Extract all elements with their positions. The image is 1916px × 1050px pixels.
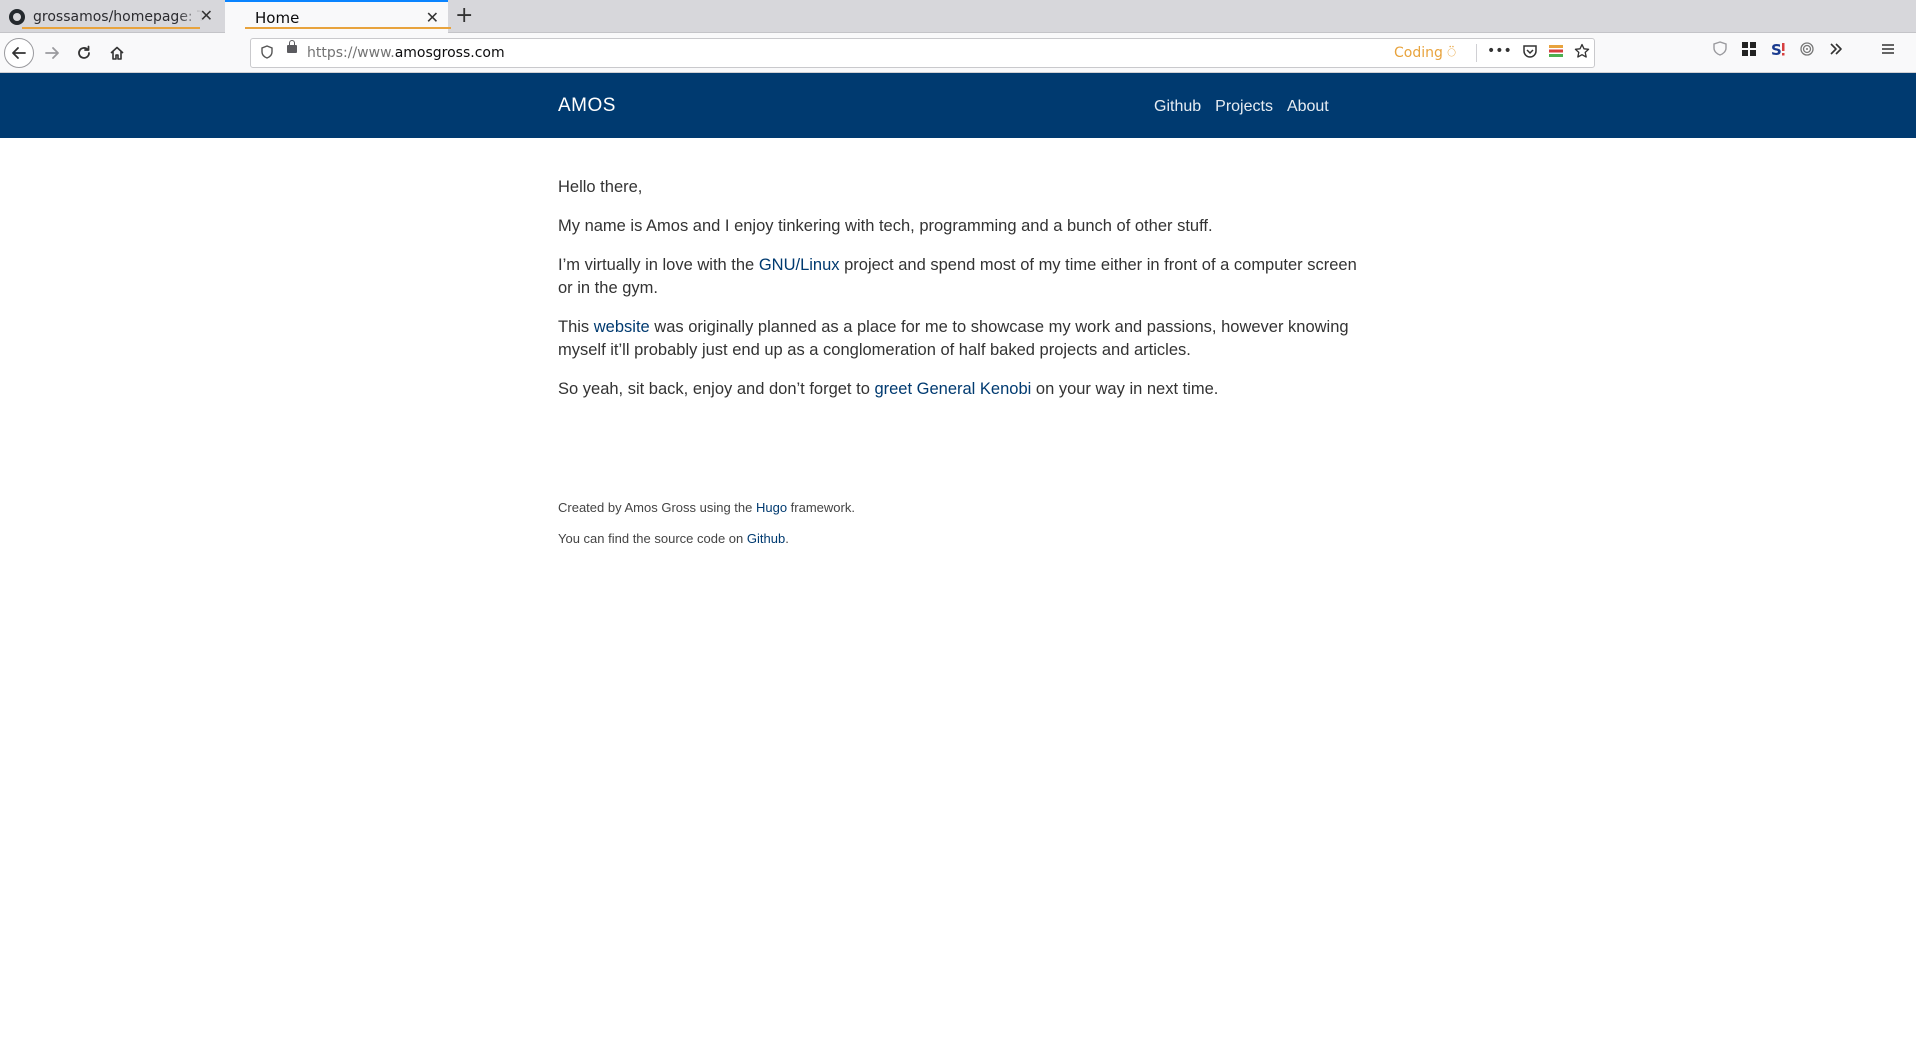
- text: So yeah, sit back, enjoy and don’t forge…: [558, 380, 875, 398]
- apps-grid-icon[interactable]: [1741, 41, 1757, 57]
- hugo-link[interactable]: Hugo: [756, 500, 787, 515]
- tab-label: Home: [255, 9, 300, 27]
- stylus-extension-icon[interactable]: S: [1770, 41, 1786, 57]
- nav-about[interactable]: About: [1287, 98, 1329, 116]
- footer-source: You can find the source code on Github.: [558, 531, 855, 547]
- github-source-link[interactable]: Github: [747, 531, 785, 546]
- text: on your way in next time.: [1031, 380, 1219, 398]
- website-link[interactable]: website: [594, 318, 650, 336]
- closing-paragraph: So yeah, sit back, enjoy and don’t forge…: [558, 378, 1368, 401]
- text: This: [558, 318, 594, 336]
- navigation-toolbar: https://www.amosgross.com Coding ⍥ ••• S: [0, 33, 1916, 73]
- text: framework.: [787, 500, 855, 515]
- pocket-icon[interactable]: [1522, 43, 1538, 59]
- url-bar[interactable]: https://www.amosgross.com Coding ⍥ •••: [250, 38, 1595, 68]
- url-domain: amosgross.com: [394, 45, 505, 61]
- tab-bar: grossamos/homepage: T ✕ Home ✕ +: [0, 0, 1916, 34]
- svg-text:S: S: [1771, 41, 1782, 57]
- tracking-shield-icon[interactable]: [261, 45, 273, 63]
- main-content: Hello there, My name is Amos and I enjoy…: [558, 176, 1368, 417]
- intro-paragraph: My name is Amos and I enjoy tinkering wi…: [558, 217, 1213, 235]
- url-text[interactable]: https://www.amosgross.com: [307, 45, 505, 61]
- greeting: Hello there,: [558, 178, 643, 196]
- site-footer: Created by Amos Gross using the Hugo fra…: [558, 500, 855, 562]
- close-tab-icon[interactable]: ✕: [426, 9, 439, 27]
- back-button[interactable]: [4, 38, 34, 68]
- forward-button[interactable]: [38, 39, 66, 67]
- fingerprint-icon: ⍥: [1447, 45, 1456, 61]
- tab-label: grossamos/homepage: T: [33, 8, 203, 25]
- text: Created by Amos Gross using the: [558, 500, 756, 515]
- reload-button[interactable]: [70, 39, 98, 67]
- website-paragraph: This website was originally planned as a…: [558, 316, 1368, 362]
- arrow-right-icon: [45, 47, 59, 59]
- fingerprint-extension-icon[interactable]: [1799, 41, 1815, 57]
- home-icon: [110, 46, 124, 60]
- divider: [1476, 44, 1477, 62]
- new-tab-icon[interactable]: +: [455, 4, 473, 28]
- text: was originally planned as a place for me…: [558, 318, 1349, 359]
- footer-credit: Created by Amos Gross using the Hugo fra…: [558, 500, 855, 516]
- toolbar-extensions: S: [1712, 41, 1896, 57]
- tab-underline: [245, 27, 451, 29]
- linux-paragraph: I’m virtually in love with the GNU/Linux…: [558, 254, 1368, 300]
- lock-icon[interactable]: [287, 40, 297, 53]
- github-icon: [9, 8, 25, 25]
- page-actions-icon[interactable]: •••: [1487, 43, 1512, 59]
- tab-home[interactable]: Home ✕: [225, 0, 451, 34]
- color-bars-icon[interactable]: [1548, 43, 1564, 59]
- overflow-chevrons-icon[interactable]: [1828, 41, 1844, 57]
- close-tab-icon[interactable]: ✕: [200, 7, 213, 25]
- tab-underline: [22, 27, 200, 29]
- bookmark-star-icon[interactable]: [1574, 43, 1590, 59]
- general-kenobi-link[interactable]: greet General Kenobi: [874, 380, 1031, 398]
- tab-github-homepage[interactable]: grossamos/homepage: T ✕: [0, 0, 222, 33]
- hamburger-menu-icon[interactable]: [1880, 41, 1896, 57]
- reload-icon: [78, 45, 90, 59]
- coding-label: Coding: [1394, 45, 1443, 61]
- site-brand[interactable]: AMOS: [558, 95, 616, 117]
- coding-badge[interactable]: Coding ⍥: [1394, 45, 1456, 61]
- nav-github[interactable]: Github: [1154, 98, 1201, 116]
- site-nav: Github Projects About: [1154, 98, 1329, 116]
- site-header: AMOS Github Projects About: [0, 73, 1916, 138]
- text: .: [785, 531, 789, 546]
- nav-projects[interactable]: Projects: [1215, 98, 1273, 116]
- gnu-linux-link[interactable]: GNU/Linux: [759, 256, 840, 274]
- arrow-left-icon: [12, 47, 26, 59]
- text: I’m virtually in love with the: [558, 256, 759, 274]
- home-button[interactable]: [103, 39, 131, 67]
- url-bar-actions: •••: [1487, 43, 1590, 59]
- url-protocol: https://www.: [307, 45, 395, 61]
- extension-shield-icon[interactable]: [1712, 41, 1728, 57]
- text: You can find the source code on: [558, 531, 747, 546]
